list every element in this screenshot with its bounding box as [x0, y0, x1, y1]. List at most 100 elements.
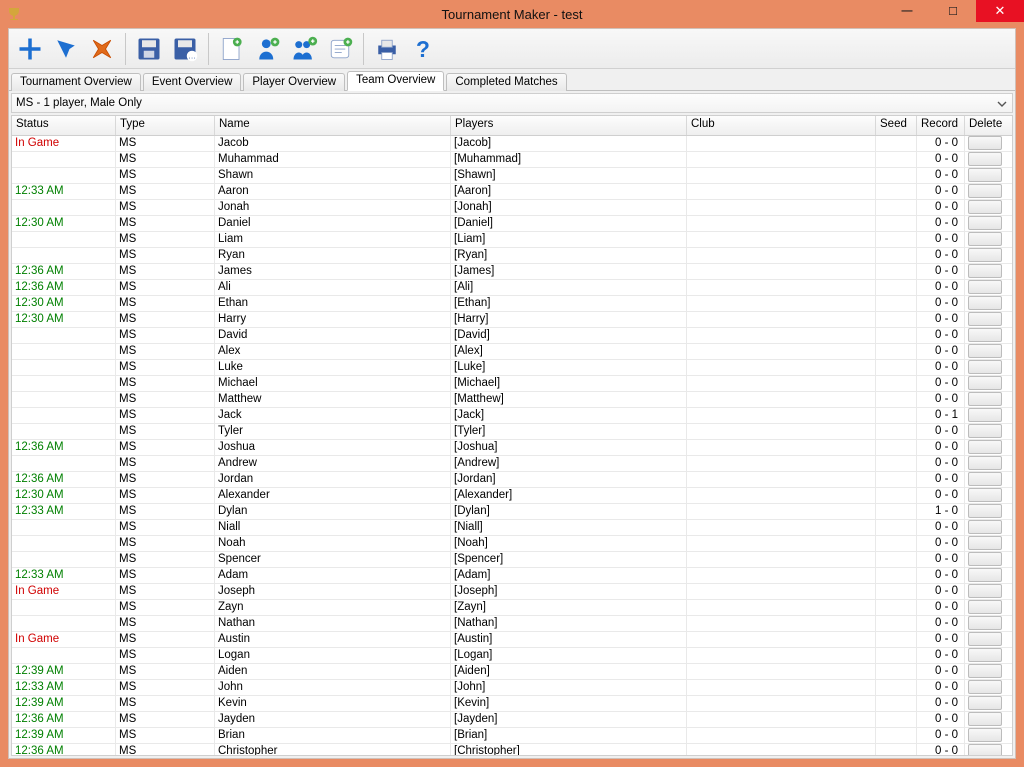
table-row[interactable]: 12:33 AMMSAaron[Aaron]0 - 0	[12, 184, 1012, 200]
table-row[interactable]: In GameMSJacob[Jacob]0 - 0	[12, 136, 1012, 152]
delete-row-button[interactable]	[968, 376, 1002, 390]
table-row[interactable]: 12:36 AMMSJames[James]0 - 0	[12, 264, 1012, 280]
delete-row-button[interactable]	[968, 712, 1002, 726]
delete-row-button[interactable]	[968, 328, 1002, 342]
delete-row-button[interactable]	[968, 632, 1002, 646]
table-row[interactable]: In GameMSAustin[Austin]0 - 0	[12, 632, 1012, 648]
table-row[interactable]: 12:33 AMMSDylan[Dylan]1 - 0	[12, 504, 1012, 520]
table-row[interactable]: MSTyler[Tyler]0 - 0	[12, 424, 1012, 440]
delete-row-button[interactable]	[968, 440, 1002, 454]
delete-row-button[interactable]	[968, 744, 1002, 755]
delete-row-button[interactable]	[968, 280, 1002, 294]
table-row[interactable]: MSZayn[Zayn]0 - 0	[12, 600, 1012, 616]
delete-row-button[interactable]	[968, 456, 1002, 470]
delete-row-button[interactable]	[968, 136, 1002, 150]
delete-row-button[interactable]	[968, 296, 1002, 310]
save-button[interactable]	[132, 32, 166, 66]
column-header-club[interactable]: Club	[687, 116, 876, 135]
new-registration-button[interactable]	[323, 32, 357, 66]
delete-row-button[interactable]	[968, 184, 1002, 198]
column-header-name[interactable]: Name	[215, 116, 451, 135]
table-row[interactable]: MSLuke[Luke]0 - 0	[12, 360, 1012, 376]
table-row[interactable]: 12:30 AMMSAlexander[Alexander]0 - 0	[12, 488, 1012, 504]
delete-row-button[interactable]	[968, 536, 1002, 550]
table-row[interactable]: 12:39 AMMSAiden[Aiden]0 - 0	[12, 664, 1012, 680]
tab-team-overview[interactable]: Team Overview	[347, 71, 444, 91]
delete-row-button[interactable]	[968, 600, 1002, 614]
table-row[interactable]: 12:36 AMMSAli[Ali]0 - 0	[12, 280, 1012, 296]
delete-row-button[interactable]	[968, 664, 1002, 678]
minimize-button[interactable]: —	[884, 0, 930, 22]
grid-scroll[interactable]: In GameMSJacob[Jacob]0 - 0MSMuhammad[Muh…	[12, 136, 1012, 755]
table-row[interactable]: MSJack[Jack]0 - 1	[12, 408, 1012, 424]
table-row[interactable]: 12:36 AMMSChristopher[Christopher]0 - 0	[12, 744, 1012, 755]
close-button[interactable]: ✕	[976, 0, 1024, 22]
add-button[interactable]	[13, 32, 47, 66]
table-row[interactable]: MSDavid[David]0 - 0	[12, 328, 1012, 344]
delete-row-button[interactable]	[968, 360, 1002, 374]
table-row[interactable]: MSShawn[Shawn]0 - 0	[12, 168, 1012, 184]
table-row[interactable]: 12:33 AMMSJohn[John]0 - 0	[12, 680, 1012, 696]
column-header-players[interactable]: Players	[451, 116, 687, 135]
table-row[interactable]: MSAlex[Alex]0 - 0	[12, 344, 1012, 360]
tab-completed-matches[interactable]: Completed Matches	[446, 73, 566, 91]
table-row[interactable]: 12:36 AMMSJoshua[Joshua]0 - 0	[12, 440, 1012, 456]
delete-row-button[interactable]	[968, 248, 1002, 262]
delete-row-button[interactable]	[968, 408, 1002, 422]
tab-player-overview[interactable]: Player Overview	[243, 73, 345, 91]
table-row[interactable]: MSNoah[Noah]0 - 0	[12, 536, 1012, 552]
table-row[interactable]: 12:30 AMMSHarry[Harry]0 - 0	[12, 312, 1012, 328]
delete-row-button[interactable]	[968, 264, 1002, 278]
delete-row-button[interactable]	[968, 312, 1002, 326]
delete-row-button[interactable]	[968, 168, 1002, 182]
column-header-type[interactable]: Type	[116, 116, 215, 135]
delete-row-button[interactable]	[968, 504, 1002, 518]
column-header-record[interactable]: Record	[917, 116, 965, 135]
delete-row-button[interactable]	[968, 680, 1002, 694]
delete-row-button[interactable]	[968, 200, 1002, 214]
delete-row-button[interactable]	[968, 648, 1002, 662]
column-header-seed[interactable]: Seed	[876, 116, 917, 135]
table-row[interactable]: MSNiall[Niall]0 - 0	[12, 520, 1012, 536]
print-button[interactable]	[370, 32, 404, 66]
edit-button[interactable]	[49, 32, 83, 66]
maximize-button[interactable]: ☐	[930, 0, 976, 22]
tab-tournament-overview[interactable]: Tournament Overview	[11, 73, 141, 91]
delete-row-button[interactable]	[968, 488, 1002, 502]
table-row[interactable]: MSSpencer[Spencer]0 - 0	[12, 552, 1012, 568]
table-row[interactable]: 12:36 AMMSJordan[Jordan]0 - 0	[12, 472, 1012, 488]
table-row[interactable]: MSLogan[Logan]0 - 0	[12, 648, 1012, 664]
delete-row-button[interactable]	[968, 392, 1002, 406]
table-row[interactable]: MSJonah[Jonah]0 - 0	[12, 200, 1012, 216]
delete-row-button[interactable]	[968, 584, 1002, 598]
delete-row-button[interactable]	[968, 728, 1002, 742]
add-player-button[interactable]	[251, 32, 285, 66]
table-row[interactable]: 12:39 AMMSBrian[Brian]0 - 0	[12, 728, 1012, 744]
delete-row-button[interactable]	[968, 520, 1002, 534]
table-row[interactable]: MSMichael[Michael]0 - 0	[12, 376, 1012, 392]
table-row[interactable]: 12:30 AMMSDaniel[Daniel]0 - 0	[12, 216, 1012, 232]
delete-row-button[interactable]	[968, 472, 1002, 486]
table-row[interactable]: In GameMSJoseph[Joseph]0 - 0	[12, 584, 1012, 600]
column-header-delete[interactable]: Delete	[965, 116, 1005, 135]
table-row[interactable]: 12:39 AMMSKevin[Kevin]0 - 0	[12, 696, 1012, 712]
help-button[interactable]: ?	[406, 32, 440, 66]
delete-row-button[interactable]	[968, 216, 1002, 230]
table-row[interactable]: 12:33 AMMSAdam[Adam]0 - 0	[12, 568, 1012, 584]
table-row[interactable]: MSRyan[Ryan]0 - 0	[12, 248, 1012, 264]
save-as-button[interactable]: …	[168, 32, 202, 66]
delete-row-button[interactable]	[968, 696, 1002, 710]
table-row[interactable]: MSMuhammad[Muhammad]0 - 0	[12, 152, 1012, 168]
delete-row-button[interactable]	[968, 616, 1002, 630]
delete-row-button[interactable]	[968, 424, 1002, 438]
delete-row-button[interactable]	[968, 344, 1002, 358]
table-row[interactable]: MSLiam[Liam]0 - 0	[12, 232, 1012, 248]
table-row[interactable]: MSAndrew[Andrew]0 - 0	[12, 456, 1012, 472]
table-row[interactable]: 12:30 AMMSEthan[Ethan]0 - 0	[12, 296, 1012, 312]
column-header-status[interactable]: Status	[12, 116, 116, 135]
delete-row-button[interactable]	[968, 232, 1002, 246]
delete-button[interactable]	[85, 32, 119, 66]
event-dropdown[interactable]: MS - 1 player, Male Only	[11, 93, 1013, 113]
table-row[interactable]: MSNathan[Nathan]0 - 0	[12, 616, 1012, 632]
delete-row-button[interactable]	[968, 552, 1002, 566]
